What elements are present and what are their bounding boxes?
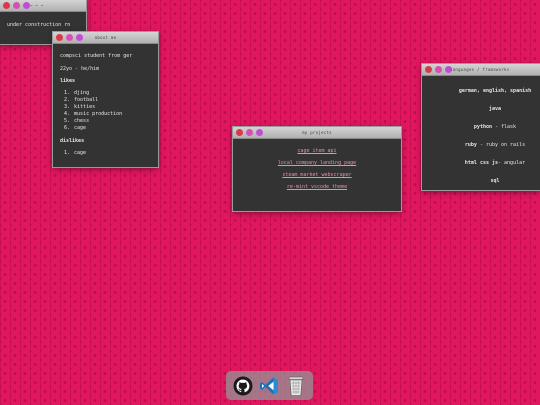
lang-row: german, english, spanish bbox=[458, 88, 532, 94]
about-intro: compsci student from ger bbox=[60, 53, 133, 59]
construction-text: under construction rn bbox=[7, 22, 71, 28]
trash-icon[interactable] bbox=[285, 375, 307, 397]
project-link-vscode-theme[interactable]: re-mint vscode theme bbox=[240, 184, 394, 191]
dislikes-list: 1. cage bbox=[60, 150, 151, 157]
list-item: 6. cage bbox=[64, 125, 87, 131]
project-link-cage-item-api[interactable]: cage item api bbox=[240, 148, 394, 155]
lang-row: html css js- angular bbox=[464, 160, 526, 166]
list-item: 1. djing bbox=[64, 90, 90, 96]
close-icon[interactable] bbox=[425, 66, 432, 73]
github-icon[interactable] bbox=[232, 375, 254, 397]
list-item: 5. chess bbox=[64, 118, 90, 124]
projects-window[interactable]: my projects cage item api local company … bbox=[233, 127, 401, 211]
lang-row: java bbox=[488, 106, 502, 112]
dislikes-heading: dislikes bbox=[60, 138, 85, 144]
lang-row: python - flask bbox=[473, 124, 517, 130]
window-title: ~ ~ ~ bbox=[30, 3, 44, 8]
minimize-icon[interactable] bbox=[13, 2, 20, 9]
vscode-icon[interactable] bbox=[258, 375, 280, 397]
window-title: languages / frameworks bbox=[450, 67, 510, 72]
about-titlebar[interactable]: about me bbox=[53, 32, 158, 44]
list-item: 4. music production bbox=[64, 111, 123, 117]
likes-list: 1. djing 2. football 3. kitties 4. music pro… bbox=[60, 90, 151, 132]
window-title: my projects bbox=[302, 130, 332, 135]
close-icon[interactable] bbox=[3, 2, 10, 9]
list-item: 3. kitties bbox=[64, 104, 96, 110]
maximize-icon[interactable] bbox=[23, 2, 30, 9]
construction-titlebar[interactable]: ~ ~ ~ bbox=[0, 0, 86, 12]
likes-heading: likes bbox=[60, 78, 76, 84]
about-window[interactable]: about me compsci student from ger 22yo -… bbox=[53, 32, 158, 167]
project-link-landing-page[interactable]: local company landing page bbox=[240, 160, 394, 167]
lang-row: ruby - ruby on rails bbox=[464, 142, 526, 148]
project-link-steam-webscraper[interactable]: steam market webscraper bbox=[240, 172, 394, 179]
projects-titlebar[interactable]: my projects bbox=[233, 127, 401, 139]
list-item: 1. cage bbox=[64, 150, 87, 156]
minimize-icon[interactable] bbox=[435, 66, 442, 73]
window-title: about me bbox=[94, 35, 117, 40]
dock bbox=[226, 371, 313, 400]
list-item: 2. football bbox=[64, 97, 99, 103]
languages-titlebar[interactable]: languages / frameworks bbox=[422, 64, 540, 76]
languages-window[interactable]: languages / frameworks german, english, … bbox=[422, 64, 540, 190]
about-age: 22yo - he/him bbox=[60, 66, 100, 72]
lang-row: sql bbox=[490, 178, 500, 184]
